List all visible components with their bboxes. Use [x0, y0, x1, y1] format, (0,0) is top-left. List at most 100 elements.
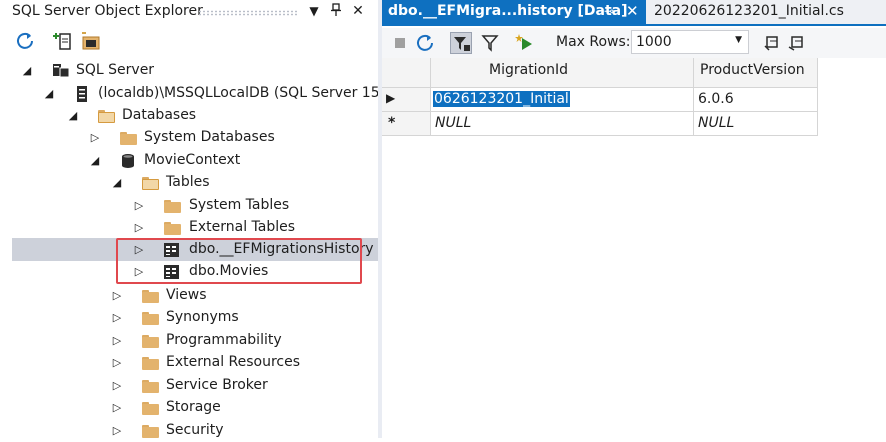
column-header-migrationid[interactable]: MigrationId [431, 58, 694, 88]
document-tabs: dbo.__EFMigra...history [Data] ⊸ ✕ 20220… [382, 0, 886, 24]
expanded-arrow-icon[interactable]: ◢ [66, 108, 80, 124]
table-cell[interactable]: NULL [431, 112, 694, 136]
tree-node-tables[interactable]: ◢ Tables [0, 172, 378, 194]
collapsed-arrow-icon[interactable]: ▷ [110, 333, 124, 349]
tab-efmigrationshistory-data[interactable]: dbo.__EFMigra...history [Data] ⊸ ✕ [382, 0, 646, 24]
pin-icon[interactable] [328, 3, 344, 19]
folder-icon [142, 310, 160, 326]
folder-icon [164, 220, 182, 236]
expanded-arrow-icon[interactable]: ◢ [42, 86, 56, 102]
tree-node-label: External Tables [189, 219, 296, 235]
drag-grip[interactable] [198, 10, 298, 16]
tree-node-label: Views [166, 287, 207, 303]
tree-node-label: Databases [122, 107, 197, 123]
tree-node-label: MovieContext [144, 152, 241, 168]
tree-node-synonyms[interactable]: ▷ Synonyms [0, 307, 378, 329]
tree-node-label: Service Broker [166, 377, 268, 393]
object-explorer-panel: SQL Server Object Explorer ▼ ✕ ◢ SQL Ser… [0, 0, 380, 438]
folder-icon [164, 198, 182, 214]
tree-node-label: (localdb)\MSSQLLocalDB (SQL Server 15 [98, 85, 380, 101]
expanded-arrow-icon[interactable]: ◢ [20, 63, 34, 79]
column-header-productversion[interactable]: ProductVersion [694, 58, 818, 88]
selected-cell-text[interactable]: 0626123201_Initial [433, 91, 570, 107]
apply-filter-button[interactable] [450, 32, 472, 54]
script-file-icon [788, 36, 803, 51]
tree-node-storage[interactable]: ▷ Storage [0, 397, 378, 419]
tree-node-programmability[interactable]: ▷ Programmability [0, 330, 378, 352]
tab-label: dbo.__EFMigra...history [Data] [388, 3, 628, 19]
table-cell[interactable]: 0626123201_Initial [431, 88, 694, 112]
expanded-arrow-icon[interactable]: ◢ [110, 175, 124, 191]
close-icon[interactable]: ✕ [350, 3, 366, 19]
filter-button[interactable] [480, 32, 502, 54]
tree-node-system-databases[interactable]: ▷ System Databases [0, 127, 378, 149]
add-server-icon [53, 33, 71, 50]
data-toolbar: Max Rows: 1000 ▼ [382, 28, 886, 58]
collapsed-arrow-icon[interactable]: ▷ [110, 355, 124, 371]
pin-tab-icon[interactable]: ⊸ [604, 4, 614, 18]
tree-node-service-broker[interactable]: ▷ Service Broker [0, 375, 378, 397]
tree-node-label: Synonyms [166, 309, 239, 325]
grid-corner[interactable] [382, 58, 431, 88]
tree-node-localdb[interactable]: ◢ (localdb)\MSSQLLocalDB (SQL Server 15 [0, 83, 380, 105]
tree-node-label: SQL Server [76, 62, 155, 78]
close-tab-icon[interactable]: ✕ [626, 2, 639, 20]
tree-node-label: Security [166, 422, 224, 438]
row-header-new[interactable]: * [382, 112, 431, 136]
refresh-icon [17, 32, 33, 49]
server-instance-icon [76, 86, 94, 102]
refresh-button[interactable] [14, 30, 36, 52]
collapsed-arrow-icon[interactable]: ▷ [132, 220, 146, 236]
folder-icon [142, 355, 160, 371]
max-rows-value: 1000 [636, 34, 672, 50]
tree-node-label: System Tables [189, 197, 290, 213]
tree-node-external-resources[interactable]: ▷ External Resources [0, 352, 378, 374]
max-rows-select[interactable]: 1000 ▼ [631, 30, 749, 54]
collapsed-arrow-icon[interactable]: ▷ [88, 130, 102, 146]
collapsed-arrow-icon[interactable]: ▷ [110, 288, 124, 304]
expanded-arrow-icon[interactable]: ◢ [88, 153, 102, 169]
row-header-current[interactable]: ▶ [382, 88, 431, 112]
tree-node-security[interactable]: ▷ Security [0, 420, 378, 442]
group-by-schema-button[interactable] [80, 30, 102, 52]
add-sql-server-button[interactable] [52, 30, 74, 52]
filter-sort-icon [454, 37, 470, 51]
collapsed-arrow-icon[interactable]: ▷ [110, 423, 124, 439]
table-cell[interactable]: NULL [694, 112, 818, 136]
max-rows-label: Max Rows: [556, 34, 631, 50]
script-button[interactable] [762, 32, 784, 54]
tree-node-system-tables[interactable]: ▷ System Tables [0, 195, 378, 217]
refresh-icon [417, 34, 433, 51]
filter-icon [481, 35, 499, 52]
tree-node-sql-server[interactable]: ◢ SQL Server [0, 60, 378, 82]
tree-node-views[interactable]: ▷ Views [0, 285, 378, 307]
folder-open-icon [142, 175, 160, 191]
table-cell[interactable]: 6.0.6 [694, 88, 818, 112]
tree-node-databases[interactable]: ◢ Databases [0, 105, 378, 127]
tree-node-external-tables[interactable]: ▷ External Tables [0, 217, 378, 239]
collapsed-arrow-icon[interactable]: ▷ [110, 400, 124, 416]
database-icon [120, 153, 138, 169]
dropdown-arrow-icon[interactable]: ▼ [306, 3, 322, 19]
tree-node-label: Storage [166, 399, 221, 415]
refresh-data-button[interactable] [414, 32, 436, 54]
highlight-annotation-box [116, 238, 362, 284]
sql-server-icon [52, 63, 70, 79]
chevron-down-icon[interactable]: ▼ [735, 35, 742, 45]
collapsed-arrow-icon[interactable]: ▷ [132, 198, 146, 214]
run-script-icon [515, 34, 532, 50]
script-to-file-button[interactable] [786, 32, 808, 54]
object-explorer-titlebar: SQL Server Object Explorer ▼ ✕ [0, 0, 378, 24]
data-editor-panel: dbo.__EFMigra...history [Data] ⊸ ✕ 20220… [382, 0, 886, 438]
collapsed-arrow-icon[interactable]: ▷ [110, 378, 124, 394]
tree-node-moviecontext[interactable]: ◢ MovieContext [0, 150, 378, 172]
object-explorer-toolbar [0, 26, 378, 56]
collapsed-arrow-icon[interactable]: ▷ [110, 310, 124, 326]
folder-icon [142, 378, 160, 394]
generate-script-button[interactable] [514, 32, 536, 54]
folder-icon [142, 333, 160, 349]
tab-label: 20220626123201_Initial.cs [654, 3, 844, 19]
folder-icon [142, 400, 160, 416]
stop-button[interactable] [390, 32, 412, 54]
tab-underline [382, 24, 886, 26]
